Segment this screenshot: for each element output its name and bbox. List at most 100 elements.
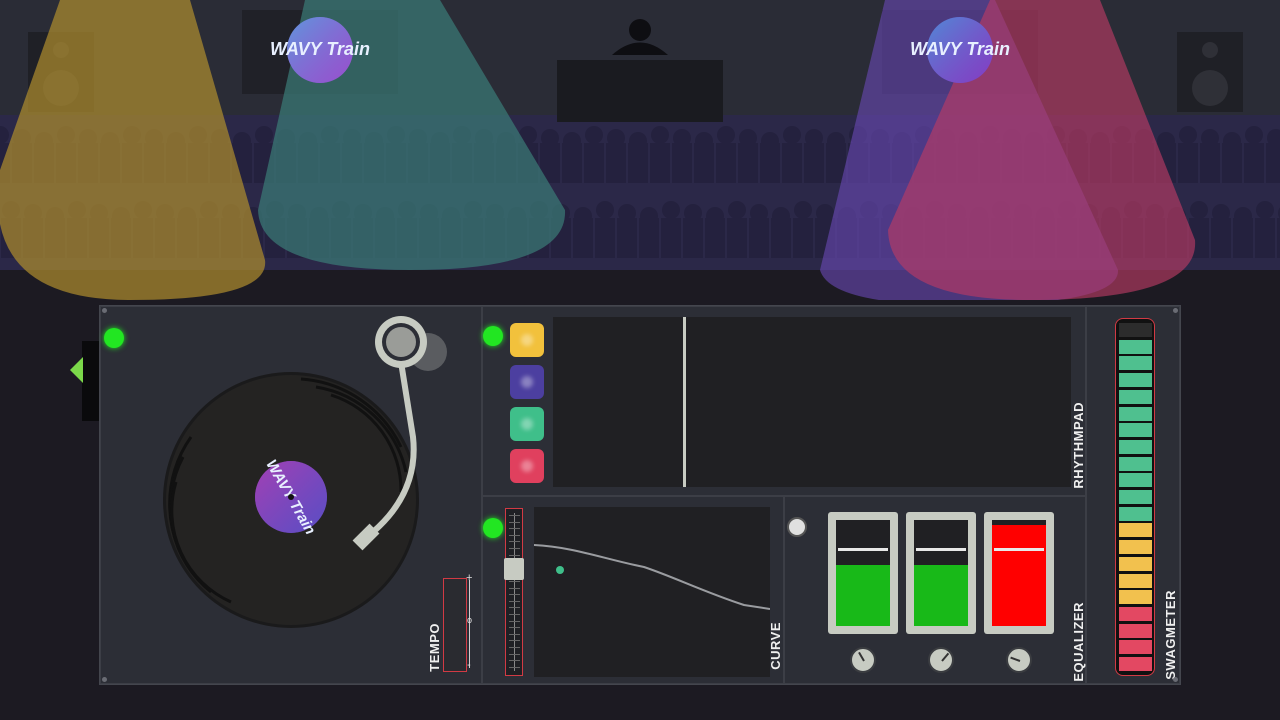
swagmeter-segment	[1119, 356, 1152, 371]
fader-tick	[509, 600, 520, 602]
swagmeter-segment	[1119, 423, 1152, 438]
swagmeter-segment	[1119, 640, 1152, 655]
fader-tick	[509, 660, 520, 662]
eq-knob-mid[interactable]	[928, 647, 954, 673]
eq-knob-high[interactable]	[1006, 647, 1032, 673]
crowd-body	[672, 143, 692, 183]
swagmeter-segment	[1119, 623, 1152, 638]
crowd-body	[727, 218, 747, 258]
side-tab-handle[interactable]	[82, 341, 100, 421]
swagmeter-bar	[1115, 318, 1155, 676]
pad-purple-button[interactable]	[510, 365, 544, 399]
curve-graph[interactable]	[534, 507, 770, 677]
crowd-head	[585, 126, 603, 144]
eq-level-handle[interactable]	[994, 548, 1044, 551]
crowd-body	[782, 143, 802, 183]
eq-meter-window	[836, 520, 890, 626]
crowd-body	[1211, 218, 1231, 258]
swagmeter-segment	[1119, 657, 1152, 671]
eq-level-handle[interactable]	[838, 548, 888, 551]
equalizer-status-led[interactable]	[787, 517, 807, 537]
curve-power-led[interactable]	[483, 518, 503, 538]
eq-level-fill	[914, 564, 968, 626]
crowd-body	[595, 218, 615, 258]
right-speaker	[1177, 32, 1243, 112]
crowd-body	[1178, 143, 1198, 183]
curve-control-point[interactable]	[556, 566, 564, 574]
eq-meter-window	[914, 520, 968, 626]
swagmeter-segment	[1119, 389, 1152, 404]
eq-channel-high[interactable]	[984, 512, 1054, 634]
fader-tick	[509, 548, 520, 549]
green-arrow-icon	[70, 357, 83, 383]
crowd-head	[1245, 126, 1263, 144]
dj-control-panel: WAVY Train + o - TEMPO RHYTHMPAD CURVE E…	[99, 305, 1181, 685]
crowd-head	[794, 201, 812, 219]
curve-fader-knob[interactable]	[504, 558, 524, 580]
fader-tick	[509, 627, 520, 629]
crowd-head	[783, 126, 801, 144]
eq-channel-mid[interactable]	[906, 512, 976, 634]
screw	[102, 308, 107, 313]
swagmeter-segment	[1119, 373, 1152, 388]
swagmeter-segment	[1119, 439, 1152, 454]
fader-tick	[509, 541, 520, 543]
crowd-body	[760, 143, 780, 183]
tempo-plus-sign: +	[466, 572, 473, 584]
fader-tick	[509, 640, 520, 642]
eq-level-fill	[836, 564, 890, 626]
crowd-body	[562, 143, 582, 183]
swagmeter-segment	[1119, 406, 1152, 421]
swagmeter-segment	[1119, 590, 1152, 605]
rhythmpad-label: RHYTHMPAD	[1071, 402, 1086, 489]
pad-pink-button[interactable]	[510, 449, 544, 483]
fader-tick	[509, 528, 520, 530]
eq-meter-window	[992, 520, 1046, 626]
crowd-body	[661, 218, 681, 258]
fader-tick	[509, 633, 520, 635]
crowd-body	[793, 218, 813, 258]
tempo-minus-sign: -	[467, 659, 471, 671]
fader-tick	[509, 607, 520, 609]
swagmeter-segment	[1119, 506, 1152, 521]
crowd-body	[1233, 218, 1253, 258]
swagmeter-segment	[1119, 523, 1152, 538]
crowd-head	[651, 126, 669, 144]
crowd-body	[1266, 143, 1280, 183]
rhythmpad-power-led[interactable]	[483, 326, 503, 346]
fader-tick	[509, 534, 520, 536]
fader-tick	[509, 581, 520, 582]
crowd-body	[1255, 218, 1275, 258]
crowd-body	[738, 143, 758, 183]
tempo-label: TEMPO	[427, 623, 442, 672]
crowd-body	[573, 218, 593, 258]
svg-text:WAVY Train: WAVY Train	[910, 39, 1010, 59]
crowd-body	[650, 143, 670, 183]
swagmeter-segment	[1119, 606, 1152, 621]
pad-green-button[interactable]	[510, 407, 544, 441]
eq-level-fill	[992, 525, 1046, 626]
turntable-section: WAVY Train + o - TEMPO	[100, 306, 482, 684]
crowd-body	[1244, 143, 1264, 183]
fader-tick	[509, 614, 520, 615]
swagmeter-label: SWAGMETER	[1163, 590, 1178, 680]
crowd-body	[771, 218, 791, 258]
crowd-body	[694, 143, 714, 183]
turntable-graphic: WAVY Train	[163, 316, 447, 628]
eq-channel-low[interactable]	[828, 512, 898, 634]
curve-fader-track[interactable]	[504, 508, 524, 676]
crowd-body	[584, 143, 604, 183]
pad-yellow-button[interactable]	[510, 323, 544, 357]
eq-knob-low[interactable]	[850, 647, 876, 673]
crowd-body	[1222, 143, 1242, 183]
crowd-body	[1200, 143, 1220, 183]
equalizer-section: EQUALIZER	[784, 496, 1086, 684]
tempo-slider[interactable]	[443, 578, 467, 672]
screw	[102, 677, 107, 682]
knob-indicator	[941, 652, 950, 662]
crowd-head	[717, 126, 735, 144]
crowd-body	[683, 218, 703, 258]
fader-tick	[509, 515, 520, 516]
eq-level-handle[interactable]	[916, 548, 966, 551]
swagmeter-segment	[1119, 556, 1152, 571]
